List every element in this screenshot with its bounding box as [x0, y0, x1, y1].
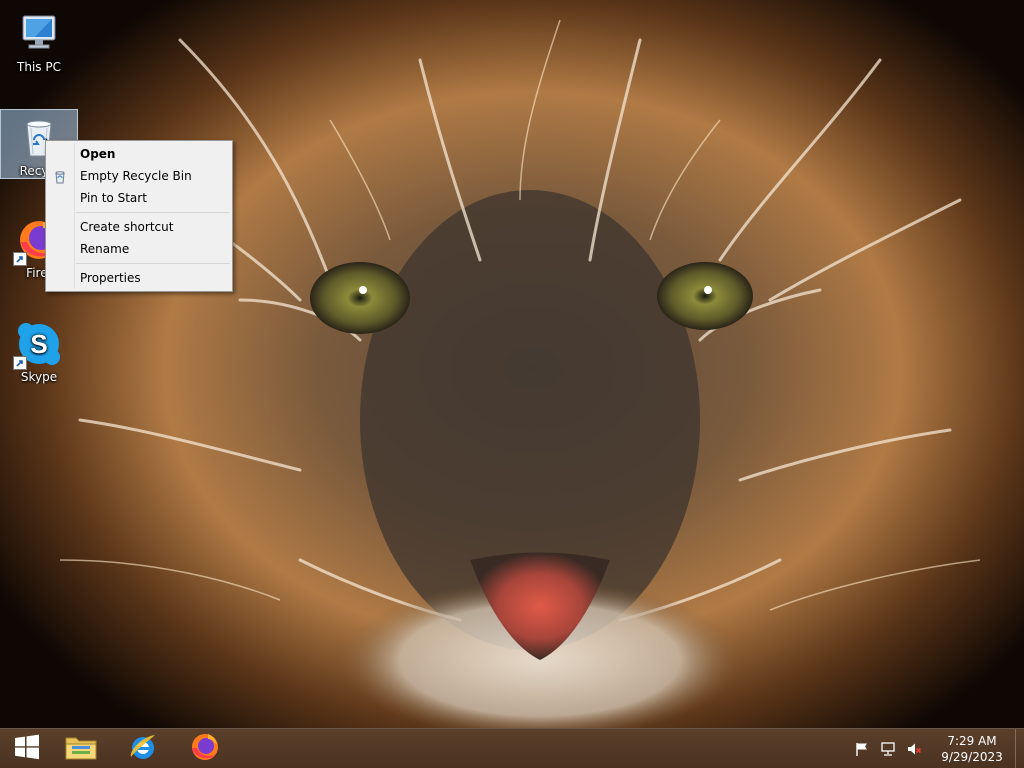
clock-date: 9/29/2023 [941, 750, 1003, 764]
shortcut-arrow-icon [13, 356, 27, 370]
menu-separator [76, 212, 230, 213]
internet-explorer-icon [127, 731, 159, 767]
folder-icon [64, 732, 98, 766]
skype-icon: S [13, 320, 63, 370]
system-tray: 7:29 AM 9/29/2023 [849, 729, 1024, 768]
menu-item-open[interactable]: Open [46, 143, 232, 165]
flag-icon[interactable] [854, 741, 870, 757]
menu-item-label: Open [80, 147, 116, 161]
desktop[interactable]: This PC Recycl Firef S Skype Open Empty … [0, 0, 1024, 768]
taskbar-file-explorer[interactable] [54, 729, 108, 768]
wallpaper [0, 0, 1024, 768]
menu-item-label: Pin to Start [80, 191, 147, 205]
clock-time: 7:29 AM [947, 734, 997, 748]
shortcut-arrow-icon [13, 252, 27, 266]
context-menu: Open Empty Recycle Bin Pin to Start Crea… [45, 140, 233, 292]
menu-item-label: Empty Recycle Bin [80, 169, 192, 183]
taskbar: 7:29 AM 9/29/2023 [0, 728, 1024, 768]
menu-item-label: Create shortcut [80, 220, 174, 234]
volume-muted-icon[interactable] [906, 741, 922, 757]
menu-separator [76, 263, 230, 264]
desktop-icon-this-pc[interactable]: This PC [1, 6, 77, 76]
menu-item-properties[interactable]: Properties [46, 267, 232, 289]
desktop-icon-label: Skype [20, 370, 58, 384]
menu-item-create-shortcut[interactable]: Create shortcut [46, 216, 232, 238]
svg-text:S: S [30, 329, 47, 359]
desktop-icon-label: This PC [17, 60, 61, 74]
menu-item-pin-to-start[interactable]: Pin to Start [46, 187, 232, 209]
start-button[interactable] [0, 729, 54, 768]
desktop-icon-skype[interactable]: S Skype [1, 316, 77, 386]
menu-item-empty-recycle-bin[interactable]: Empty Recycle Bin [46, 165, 232, 187]
clock[interactable]: 7:29 AM 9/29/2023 [933, 733, 1011, 765]
menu-item-label: Rename [80, 242, 130, 256]
taskbar-firefox[interactable] [178, 729, 232, 768]
firefox-icon [189, 731, 221, 767]
menu-item-label: Properties [80, 271, 141, 285]
taskbar-internet-explorer[interactable] [116, 729, 170, 768]
network-icon[interactable] [880, 741, 896, 757]
menu-item-rename[interactable]: Rename [46, 238, 232, 260]
recycle-bin-icon [53, 169, 67, 184]
windows-logo-icon [14, 734, 40, 764]
show-desktop-button[interactable] [1015, 729, 1024, 768]
computer-icon [15, 10, 63, 58]
